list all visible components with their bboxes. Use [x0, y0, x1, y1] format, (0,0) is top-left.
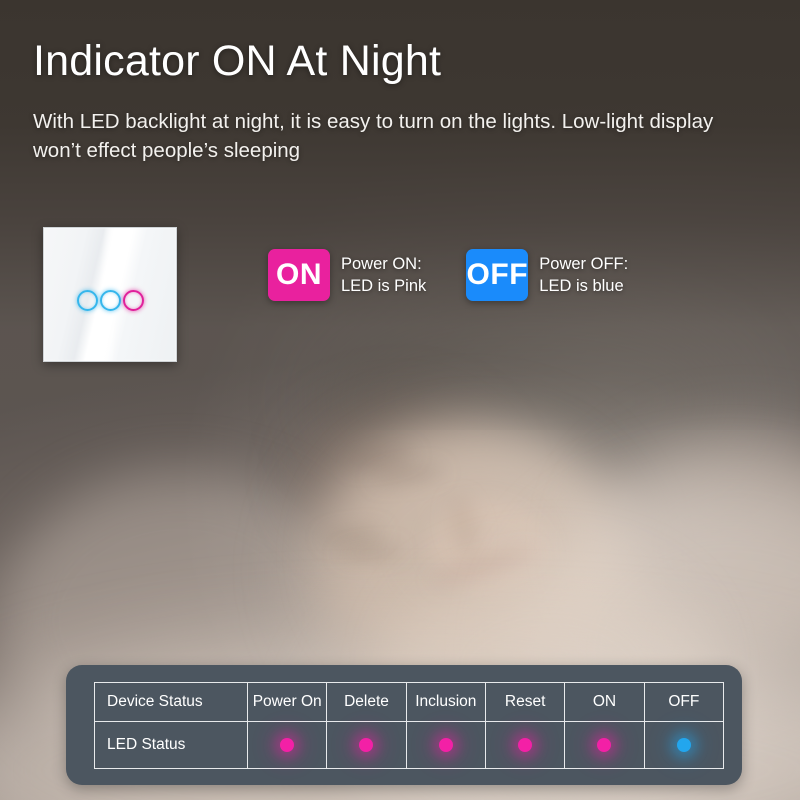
led-cell-inclusion: [405, 721, 486, 769]
led-cell-on: [564, 721, 645, 769]
led-color-legend: ON Power ON: LED is Pink OFF Power OFF: …: [268, 249, 628, 301]
column-header-off: OFF: [643, 682, 725, 722]
on-badge: ON: [268, 249, 330, 301]
legend-line-1-power-off: Power OFF:: [539, 255, 629, 273]
legend-line-2-power-off: LED is blue: [539, 277, 624, 295]
column-header-power-on: Power On: [246, 682, 328, 722]
column-header-reset: Reset: [484, 682, 566, 722]
column-header-inclusion: Inclusion: [405, 682, 486, 722]
led-cell-power-on: [246, 721, 328, 769]
row-label-device-status: Device Status: [94, 682, 248, 722]
table-row-device-status: Device Status Power On Delete Inclusion …: [94, 682, 725, 722]
legend-item-power-off: OFF Power OFF: LED is blue: [466, 249, 628, 301]
legend-item-power-on: ON Power ON: LED is Pink: [268, 249, 426, 301]
page-title: Indicator ON At Night: [33, 37, 442, 85]
led-dot-pink-icon: [438, 737, 453, 752]
led-dot-pink-icon: [597, 737, 612, 752]
page-subtitle: With LED backlight at night, it is easy …: [33, 110, 714, 162]
status-table-card: Device Status Power On Delete Inclusion …: [66, 665, 742, 785]
table-row-led-status: LED Status: [94, 721, 725, 769]
led-cell-reset: [484, 721, 566, 769]
led-ring-indicator-1[interactable]: [76, 290, 98, 311]
led-dot-pink-icon: [359, 737, 374, 752]
led-ring-indicator-3[interactable]: [122, 290, 144, 311]
led-cell-delete: [326, 721, 407, 769]
led-ring-indicator-2[interactable]: [99, 290, 121, 311]
legend-text-power-on: Power ON: LED is Pink: [341, 253, 426, 297]
promo-banner: Indicator ON At Night With LED backlight…: [0, 0, 800, 800]
touch-switch-panel[interactable]: [43, 227, 177, 362]
led-dot-blue-icon: [676, 737, 691, 752]
led-dot-pink-icon: [280, 737, 295, 752]
switch-button-group: [44, 290, 176, 311]
legend-line-2-power-on: LED is Pink: [341, 277, 427, 295]
off-badge: OFF: [466, 249, 529, 301]
column-header-delete: Delete: [326, 682, 407, 722]
led-cell-off: [643, 721, 725, 769]
row-label-led-status: LED Status: [94, 721, 248, 769]
led-dot-pink-icon: [518, 737, 533, 752]
heading-block: Indicator ON At Night With LED backlight…: [33, 34, 763, 165]
status-table: Device Status Power On Delete Inclusion …: [94, 682, 725, 769]
legend-line-1-power-on: Power ON:: [341, 255, 422, 273]
legend-text-power-off: Power OFF: LED is blue: [539, 253, 628, 297]
column-header-on: ON: [564, 682, 645, 722]
